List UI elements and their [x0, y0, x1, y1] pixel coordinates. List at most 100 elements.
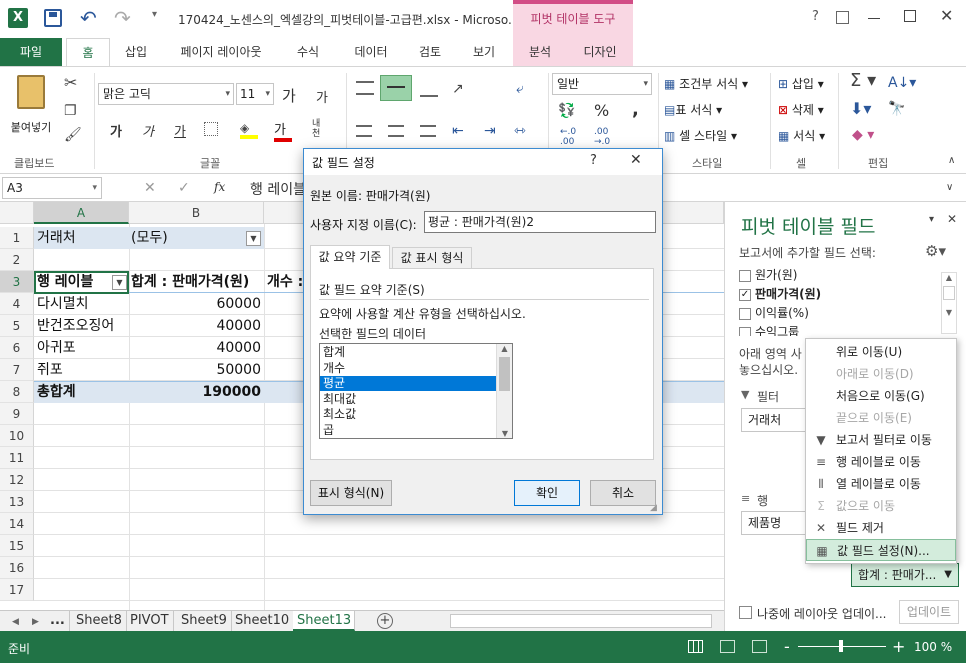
font-size-select[interactable]: 11 ▾: [236, 83, 274, 105]
field-item[interactable]: 수익그룹: [739, 323, 799, 336]
merge-center-icon[interactable]: ⇿: [514, 123, 526, 139]
dialog-help-button[interactable]: ?: [590, 153, 597, 168]
collapse-ribbon-icon[interactable]: ∧: [948, 153, 955, 169]
field-list[interactable]: 원가(원) ✓ 판매가격(원) 이익률(%) 수익그룹: [737, 266, 959, 336]
row-header-15[interactable]: 15: [0, 535, 34, 557]
close-icon[interactable]: ✕: [940, 6, 953, 25]
tab-formulas[interactable]: 수식: [286, 38, 330, 66]
zoom-in-button[interactable]: +: [892, 637, 905, 656]
row-header-2[interactable]: 2: [0, 249, 34, 271]
bold-button[interactable]: 가: [110, 121, 122, 140]
restore-icon[interactable]: [904, 10, 916, 22]
paste-button[interactable]: 붙여넣기: [6, 73, 56, 139]
context-menu-item[interactable]: 위로 이동(U): [806, 341, 956, 363]
sheet-tab-sheet8[interactable]: Sheet8: [72, 611, 127, 631]
checkbox-icon[interactable]: [739, 269, 751, 282]
context-menu-item[interactable]: ≡ 행 레이블로 이동: [806, 451, 956, 473]
field-item[interactable]: ✓ 판매가격(원): [739, 285, 821, 303]
summary-function-option[interactable]: 최대값: [320, 392, 496, 407]
cell-a5[interactable]: 반건조오징어: [37, 315, 114, 337]
tab-scroll-left-icon[interactable]: ◀: [12, 614, 19, 630]
checkbox-icon[interactable]: [739, 326, 751, 336]
italic-button[interactable]: 가: [142, 121, 154, 140]
phonetic-button[interactable]: 내천: [312, 119, 326, 139]
minimize-icon[interactable]: [868, 18, 880, 19]
cell-b1[interactable]: (모두): [131, 227, 168, 249]
cancel-entry-icon[interactable]: ✕: [144, 180, 156, 196]
decrease-indent-icon[interactable]: ⇤: [452, 123, 464, 139]
tab-scroll-right-icon[interactable]: ▶: [32, 614, 39, 630]
custom-name-input[interactable]: 평균 : 판매가격(원)2: [424, 211, 656, 233]
sheet-tab-sheet10[interactable]: Sheet10: [231, 611, 295, 631]
column-header-b[interactable]: B: [129, 202, 264, 224]
align-right-icon[interactable]: [420, 125, 436, 137]
percent-button[interactable]: %: [594, 101, 609, 120]
select-all-corner[interactable]: [0, 202, 34, 224]
increase-indent-icon[interactable]: ⇥: [484, 123, 496, 139]
checkbox-checked-icon[interactable]: ✓: [739, 288, 751, 301]
cancel-button[interactable]: 취소: [590, 480, 656, 506]
horizontal-scrollbar[interactable]: [450, 614, 712, 628]
row-header-13[interactable]: 13: [0, 491, 34, 513]
filter-dropdown-icon[interactable]: ▼: [246, 231, 261, 246]
values-area-item[interactable]: 합계 : 판매가... ▼: [851, 563, 959, 587]
dialog-title-bar[interactable]: 값 필드 설정 ? ✕: [304, 149, 662, 175]
tab-design[interactable]: 디자인: [567, 38, 633, 66]
undo-icon[interactable]: ↶: [80, 6, 97, 30]
pane-close-icon[interactable]: ✕: [947, 212, 957, 226]
zoom-slider[interactable]: [798, 640, 886, 652]
context-menu-item[interactable]: ▦ 값 필드 설정(N)...: [806, 539, 956, 561]
row-label-filter-icon[interactable]: ▼: [112, 275, 127, 290]
shrink-font-button[interactable]: 가: [316, 87, 328, 106]
format-cells-button[interactable]: ▦ 서식 ▾: [778, 127, 825, 144]
cell-b4[interactable]: 60000: [129, 293, 261, 315]
summary-function-list[interactable]: 합계 개수 평균 최대값 최소값 곱 ▲ ▼: [319, 343, 513, 439]
increase-decimal-button[interactable]: ←.0.00: [560, 127, 576, 147]
new-sheet-icon[interactable]: +: [377, 613, 393, 629]
align-center-icon[interactable]: [388, 125, 404, 137]
tab-review[interactable]: 검토: [408, 38, 452, 66]
cell-b8[interactable]: 190000: [129, 381, 261, 403]
row-header-17[interactable]: 17: [0, 579, 34, 601]
row-header-14[interactable]: 14: [0, 513, 34, 535]
tab-insert[interactable]: 삽입: [114, 38, 158, 66]
font-color-button[interactable]: 가: [274, 119, 292, 142]
grow-font-button[interactable]: 가: [282, 85, 296, 106]
column-header-a[interactable]: A: [34, 202, 129, 224]
tab-show-values-as[interactable]: 값 표시 형식: [392, 247, 472, 269]
clear-icon[interactable]: ◆ ▾: [852, 127, 874, 143]
cell-a7[interactable]: 쥐포: [37, 359, 63, 381]
row-header-11[interactable]: 11: [0, 447, 34, 469]
find-select-icon[interactable]: 🔭: [888, 101, 905, 117]
save-icon[interactable]: [44, 9, 62, 27]
redo-icon[interactable]: ↷: [114, 6, 131, 30]
insert-cells-button[interactable]: ⊞ 삽입 ▾: [778, 75, 824, 92]
format-painter-icon[interactable]: 🖌: [64, 127, 82, 143]
delete-cells-button[interactable]: ⊠ 삭제 ▾: [778, 101, 824, 118]
cell-b6[interactable]: 40000: [129, 337, 261, 359]
context-menu-item[interactable]: 처음으로 이동(G): [806, 385, 956, 407]
row-header-8[interactable]: 8: [0, 381, 34, 403]
pane-options-chevron-icon[interactable]: ▾: [929, 214, 934, 225]
name-box[interactable]: A3 ▾: [2, 177, 102, 199]
sheet-tab-more[interactable]: ...: [46, 611, 70, 631]
align-bottom-icon[interactable]: [420, 87, 438, 97]
row-header-9[interactable]: 9: [0, 403, 34, 425]
align-top-icon[interactable]: [356, 81, 374, 95]
tab-home[interactable]: 홈: [66, 38, 110, 67]
field-item[interactable]: 원가(원): [739, 266, 797, 284]
row-header-4[interactable]: 4: [0, 293, 34, 315]
row-header-16[interactable]: 16: [0, 557, 34, 579]
align-left-icon[interactable]: [356, 125, 372, 137]
ribbon-display-icon[interactable]: [836, 11, 849, 24]
tab-view[interactable]: 보기: [462, 38, 506, 66]
field-list-scrollbar[interactable]: ▲ ▼: [941, 272, 957, 334]
font-name-select[interactable]: 맑은 고딕 ▾: [98, 83, 234, 105]
row-header-10[interactable]: 10: [0, 425, 34, 447]
checkbox-icon[interactable]: [739, 307, 751, 320]
row-header-7[interactable]: 7: [0, 359, 34, 381]
function-list-scrollbar[interactable]: ▲ ▼: [496, 344, 512, 438]
fill-icon[interactable]: ⬇▾: [850, 101, 871, 117]
cell-a4[interactable]: 다시멸치: [37, 293, 89, 315]
tab-data[interactable]: 데이터: [346, 38, 396, 66]
